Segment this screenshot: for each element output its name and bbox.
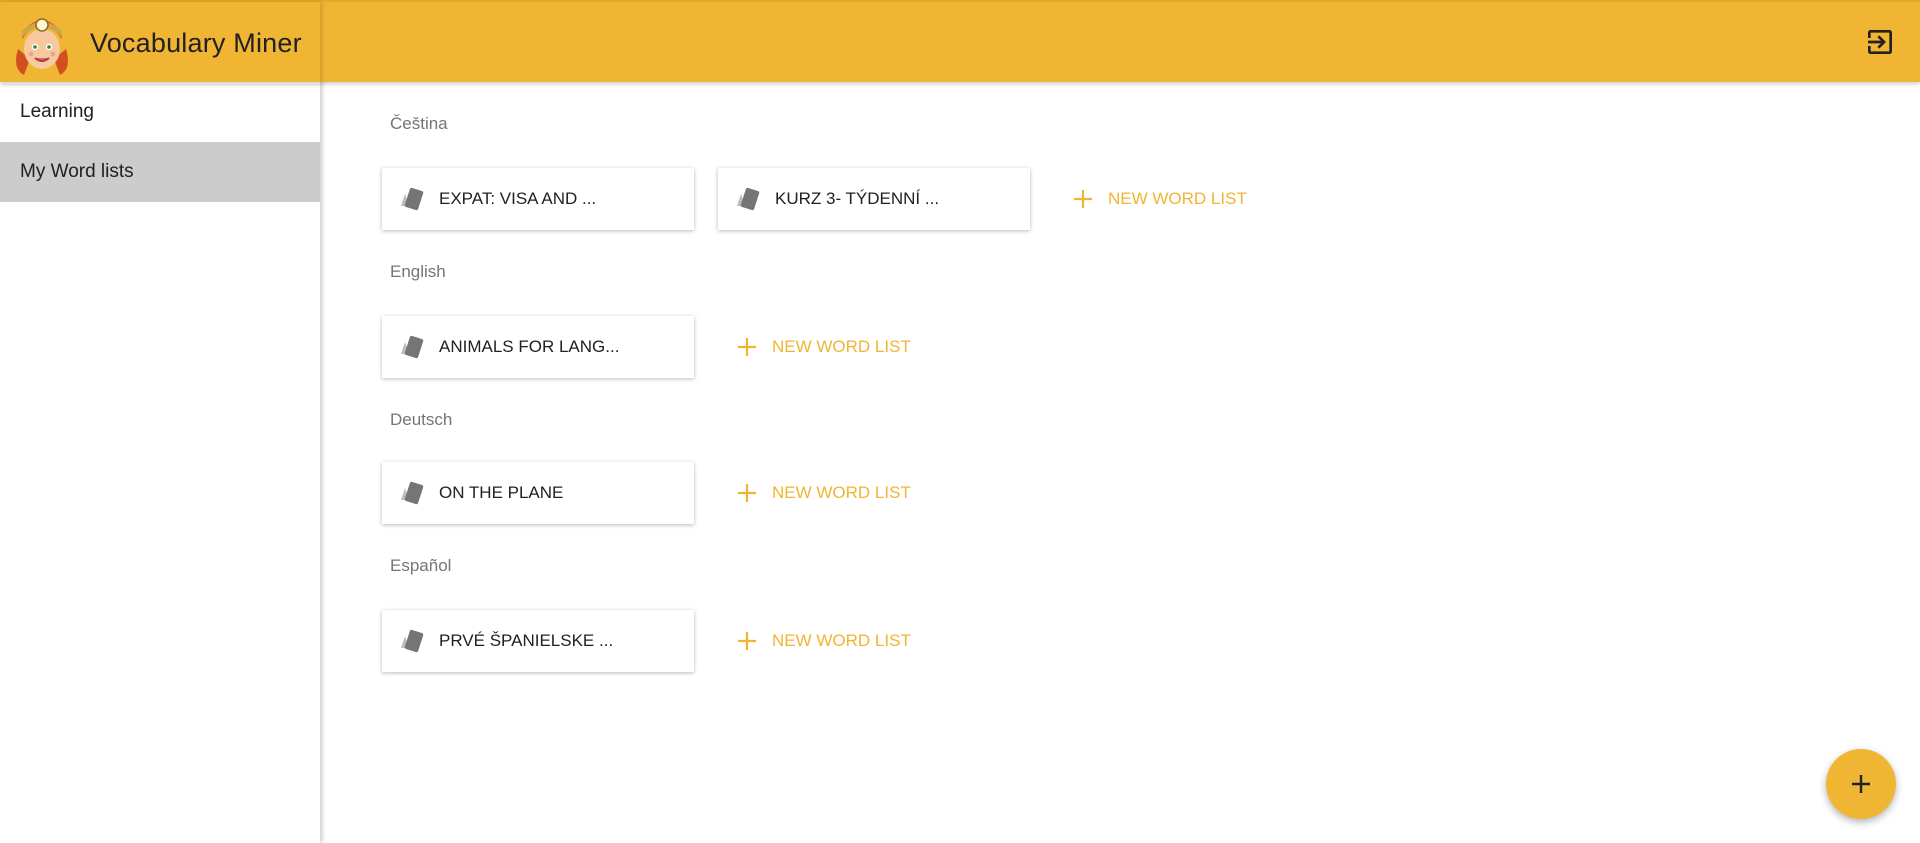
add-fab-button[interactable] — [1826, 749, 1896, 819]
new-word-list-button[interactable]: NEW WORD LIST — [736, 630, 911, 652]
word-list-title: ANIMALS FOR LANG... — [439, 337, 620, 356]
plus-icon — [738, 632, 756, 650]
language-label: English — [390, 262, 446, 281]
new-word-list-label: NEW WORD LIST — [1108, 189, 1247, 208]
miner-mascot-logo — [16, 18, 68, 75]
app-title: Vocabulary Miner — [90, 27, 302, 58]
sidebar-item-label: Learning — [20, 101, 94, 122]
sidebar-item-my-word-lists[interactable]: My Word lists — [0, 142, 320, 202]
cards-icon — [737, 187, 760, 211]
new-word-list-button[interactable]: NEW WORD LIST — [1072, 188, 1247, 210]
sidebar-item-label: My Word lists — [20, 161, 134, 182]
language-label: Čeština — [390, 114, 448, 133]
word-list-card[interactable]: ANIMALS FOR LANG... — [382, 316, 694, 378]
new-word-list-label: NEW WORD LIST — [772, 631, 911, 650]
cards-icon — [401, 335, 424, 359]
language-label: Deutsch — [390, 410, 453, 429]
word-list-card[interactable]: PRVÉ ŠPANIELSKE ... — [382, 610, 694, 672]
cards-icon — [401, 629, 424, 653]
language-heading-cestina: Čeština — [390, 114, 448, 134]
word-list-card[interactable]: ON THE PLANE — [382, 462, 694, 524]
plus-icon — [738, 484, 756, 502]
sidebar: Learning My Word lists — [0, 82, 320, 843]
word-list-card[interactable]: KURZ 3- TÝDENNÍ ... — [718, 168, 1030, 230]
word-list-row: ANIMALS FOR LANG... NEW WORD LIST — [382, 316, 911, 378]
word-list-title: EXPAT: VISA AND ... — [439, 189, 597, 208]
plus-icon — [1852, 775, 1870, 793]
sidebar-item-learning[interactable]: Learning — [0, 82, 320, 142]
word-list-row: PRVÉ ŠPANIELSKE ... NEW WORD LIST — [382, 610, 911, 672]
cards-icon — [401, 187, 424, 211]
top-app-bar: Vocabulary Miner — [0, 0, 1920, 82]
plus-icon — [1074, 190, 1092, 208]
word-list-title: ON THE PLANE — [439, 483, 564, 502]
cards-icon — [401, 481, 424, 505]
language-heading-english: English — [390, 262, 446, 282]
word-list-row: EXPAT: VISA AND ... KURZ 3- TÝDENNÍ ... … — [382, 168, 1247, 230]
language-heading-deutsch: Deutsch — [390, 410, 452, 430]
main-content: Čeština EXPAT: VISA AND ... KURZ 3- TÝDE… — [320, 82, 1920, 843]
new-word-list-button[interactable]: NEW WORD LIST — [736, 336, 911, 358]
new-word-list-button[interactable]: NEW WORD LIST — [736, 482, 911, 504]
new-word-list-label: NEW WORD LIST — [772, 483, 911, 502]
language-heading-espanol: Español — [390, 556, 451, 576]
word-list-row: ON THE PLANE NEW WORD LIST — [382, 462, 911, 524]
word-list-title: KURZ 3- TÝDENNÍ ... — [775, 189, 940, 208]
logout-icon[interactable] — [1864, 26, 1896, 58]
plus-icon — [738, 338, 756, 356]
word-list-card[interactable]: EXPAT: VISA AND ... — [382, 168, 694, 230]
new-word-list-label: NEW WORD LIST — [772, 337, 911, 356]
language-label: Español — [390, 556, 452, 575]
brand[interactable]: Vocabulary Miner — [0, 2, 320, 84]
app-root: Vocabulary Miner Learning My Word lists … — [0, 0, 1920, 843]
word-list-title: PRVÉ ŠPANIELSKE ... — [439, 631, 614, 650]
